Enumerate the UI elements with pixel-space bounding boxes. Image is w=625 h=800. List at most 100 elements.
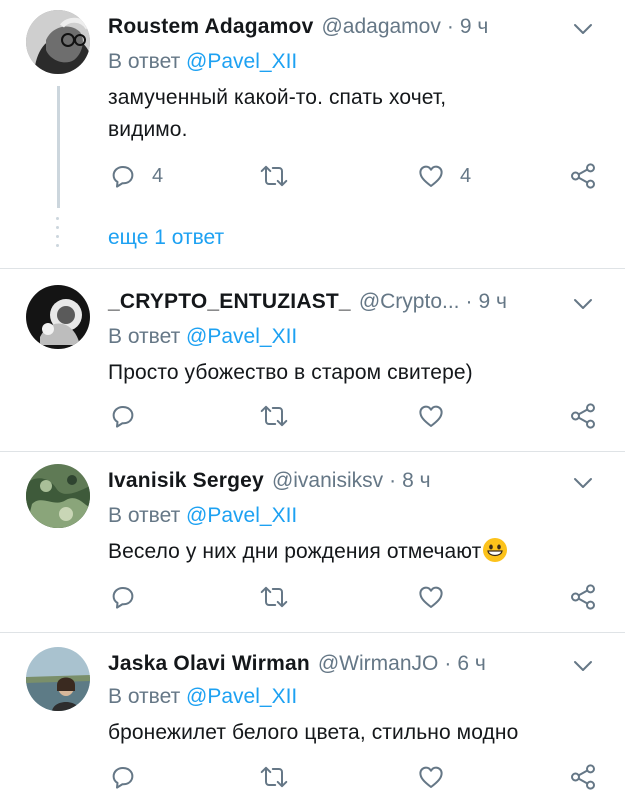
- thread-dots: [56, 217, 60, 253]
- share-icon: [571, 584, 595, 610]
- reply-to-line: В ответ @Pavel_XII: [108, 504, 297, 528]
- reply-button[interactable]: [108, 581, 152, 613]
- reply-to-line: В ответ @Pavel_XII: [108, 685, 297, 709]
- tweet-header: Ivanisik Sergey @ivanisiksv · 8 ч: [108, 467, 431, 495]
- reply-bubble-icon: [112, 166, 134, 188]
- reply-to-prefix: В ответ: [108, 50, 181, 73]
- share-button[interactable]: [568, 761, 598, 793]
- tweet-text: Весело у них дни рождения отмечают: [108, 536, 598, 568]
- reply-button[interactable]: [108, 400, 152, 432]
- tweet-text: Просто убожество в старом свитере): [108, 357, 598, 389]
- share-button[interactable]: [568, 581, 598, 613]
- more-replies-link[interactable]: еще 1 ответ: [108, 226, 224, 250]
- separator-dot: ·: [446, 15, 454, 38]
- reply-to-mention[interactable]: @Pavel_XII: [186, 504, 297, 527]
- separator-dot: ·: [465, 290, 473, 313]
- tweet-header: Jaska Olavi Wirman @WirmanJO · 6 ч: [108, 650, 486, 678]
- reply-to-prefix: В ответ: [108, 685, 181, 708]
- retweet-icon: [260, 165, 288, 187]
- author-handle[interactable]: @adagamov: [321, 15, 440, 39]
- author-handle[interactable]: @Crypto...: [359, 290, 460, 314]
- tweet-text-line: Весело у них дни рождения отмечают: [108, 536, 598, 568]
- avatar-image-crypto: [26, 285, 90, 349]
- tweet-text: замученный какой-то. спать хочет, видимо…: [108, 82, 598, 146]
- tweet-actions: [108, 581, 603, 613]
- author-handle[interactable]: @WirmanJO: [318, 652, 438, 676]
- retweet-button[interactable]: [258, 761, 304, 793]
- retweet-button[interactable]: [258, 581, 304, 613]
- reply-button[interactable]: [108, 761, 152, 793]
- tweet-header: Roustem Adagamov @adagamov · 9 ч: [108, 13, 488, 41]
- tweet-text-line: бронежилет белого цвета, стильно модно: [108, 721, 519, 744]
- reply-to-prefix: В ответ: [108, 504, 181, 527]
- retweet-icon: [260, 405, 288, 427]
- share-icon: [571, 163, 595, 189]
- heart-icon: [419, 405, 443, 427]
- tweet-text-line: замученный какой-то. спать хочет,: [108, 86, 447, 109]
- tweet-actions: [108, 761, 603, 793]
- timestamp[interactable]: 9 ч: [479, 290, 507, 314]
- reply-bubble-icon: [112, 587, 134, 609]
- reply-to-mention[interactable]: @Pavel_XII: [186, 50, 297, 73]
- reply-to-line: В ответ @Pavel_XII: [108, 325, 297, 349]
- timestamp[interactable]: 6 ч: [457, 652, 485, 676]
- heart-icon: [419, 165, 443, 187]
- timestamp[interactable]: 8 ч: [402, 469, 430, 493]
- chevron-down-icon[interactable]: [571, 292, 595, 316]
- avatar[interactable]: [26, 285, 90, 349]
- avatar-image-roustem: [26, 10, 90, 74]
- tweet-text-line: Просто убожество в старом свитере): [108, 361, 473, 384]
- reply-to-prefix: В ответ: [108, 325, 181, 348]
- avatar[interactable]: [26, 647, 90, 711]
- tweet-4[interactable]: Jaska Olavi Wirman @WirmanJO · 6 ч В отв…: [0, 633, 625, 800]
- retweet-icon: [260, 586, 288, 608]
- retweet-button[interactable]: [258, 400, 304, 432]
- thread-line: [57, 86, 60, 208]
- avatar[interactable]: [26, 10, 90, 74]
- like-button[interactable]: [416, 400, 460, 432]
- avatar[interactable]: [26, 464, 90, 528]
- tweet-text-line: видимо.: [108, 118, 188, 141]
- separator-dot: ·: [444, 652, 452, 675]
- reply-to-line: В ответ @Pavel_XII: [108, 50, 297, 74]
- heart-icon: [419, 766, 443, 788]
- like-button[interactable]: 4: [416, 160, 471, 192]
- tweet-text: бронежилет белого цвета, стильно модно: [108, 717, 598, 749]
- grinning-face-emoji: [483, 538, 508, 562]
- share-button[interactable]: [568, 160, 598, 192]
- author-handle[interactable]: @ivanisiksv: [272, 469, 383, 493]
- author-name[interactable]: Roustem Adagamov: [108, 15, 313, 39]
- chevron-down-icon[interactable]: [571, 654, 595, 678]
- reply-bubble-icon: [112, 767, 134, 789]
- tweet-1[interactable]: Roustem Adagamov @adagamov · 9 ч В ответ…: [0, 0, 625, 268]
- reply-to-mention[interactable]: @Pavel_XII: [186, 685, 297, 708]
- tweet-header: _CRYPTO_ENTUZIAST_ @Crypto... · 9 ч: [108, 288, 507, 316]
- retweet-button[interactable]: [258, 160, 304, 192]
- author-name[interactable]: Jaska Olavi Wirman: [108, 652, 310, 676]
- author-name[interactable]: _CRYPTO_ENTUZIAST_: [108, 290, 351, 314]
- author-name[interactable]: Ivanisik Sergey: [108, 469, 264, 493]
- like-count: 4: [460, 164, 472, 187]
- avatar-image-ivanisik: [26, 464, 90, 528]
- like-button[interactable]: [416, 761, 460, 793]
- reply-count: 4: [152, 164, 164, 187]
- avatar-image-jaska: [26, 647, 90, 711]
- reply-to-mention[interactable]: @Pavel_XII: [186, 325, 297, 348]
- tweet-text-content: Весело у них дни рождения отмечают: [108, 540, 482, 563]
- tweet-3[interactable]: Ivanisik Sergey @ivanisiksv · 8 ч В отве…: [0, 452, 625, 632]
- chevron-down-icon[interactable]: [571, 471, 595, 495]
- chevron-down-icon[interactable]: [571, 17, 595, 41]
- tweet-actions: 4 4: [108, 160, 603, 192]
- timestamp[interactable]: 9 ч: [460, 15, 488, 39]
- share-icon: [571, 403, 595, 429]
- reply-bubble-icon: [112, 406, 134, 428]
- separator-dot: ·: [389, 469, 397, 492]
- share-button[interactable]: [568, 400, 598, 432]
- heart-icon: [419, 586, 443, 608]
- tweet-2[interactable]: _CRYPTO_ENTUZIAST_ @Crypto... · 9 ч В от…: [0, 269, 625, 451]
- retweet-icon: [260, 766, 288, 788]
- reply-button[interactable]: 4: [108, 160, 163, 192]
- like-button[interactable]: [416, 581, 460, 613]
- share-icon: [571, 764, 595, 790]
- tweet-actions: [108, 400, 603, 432]
